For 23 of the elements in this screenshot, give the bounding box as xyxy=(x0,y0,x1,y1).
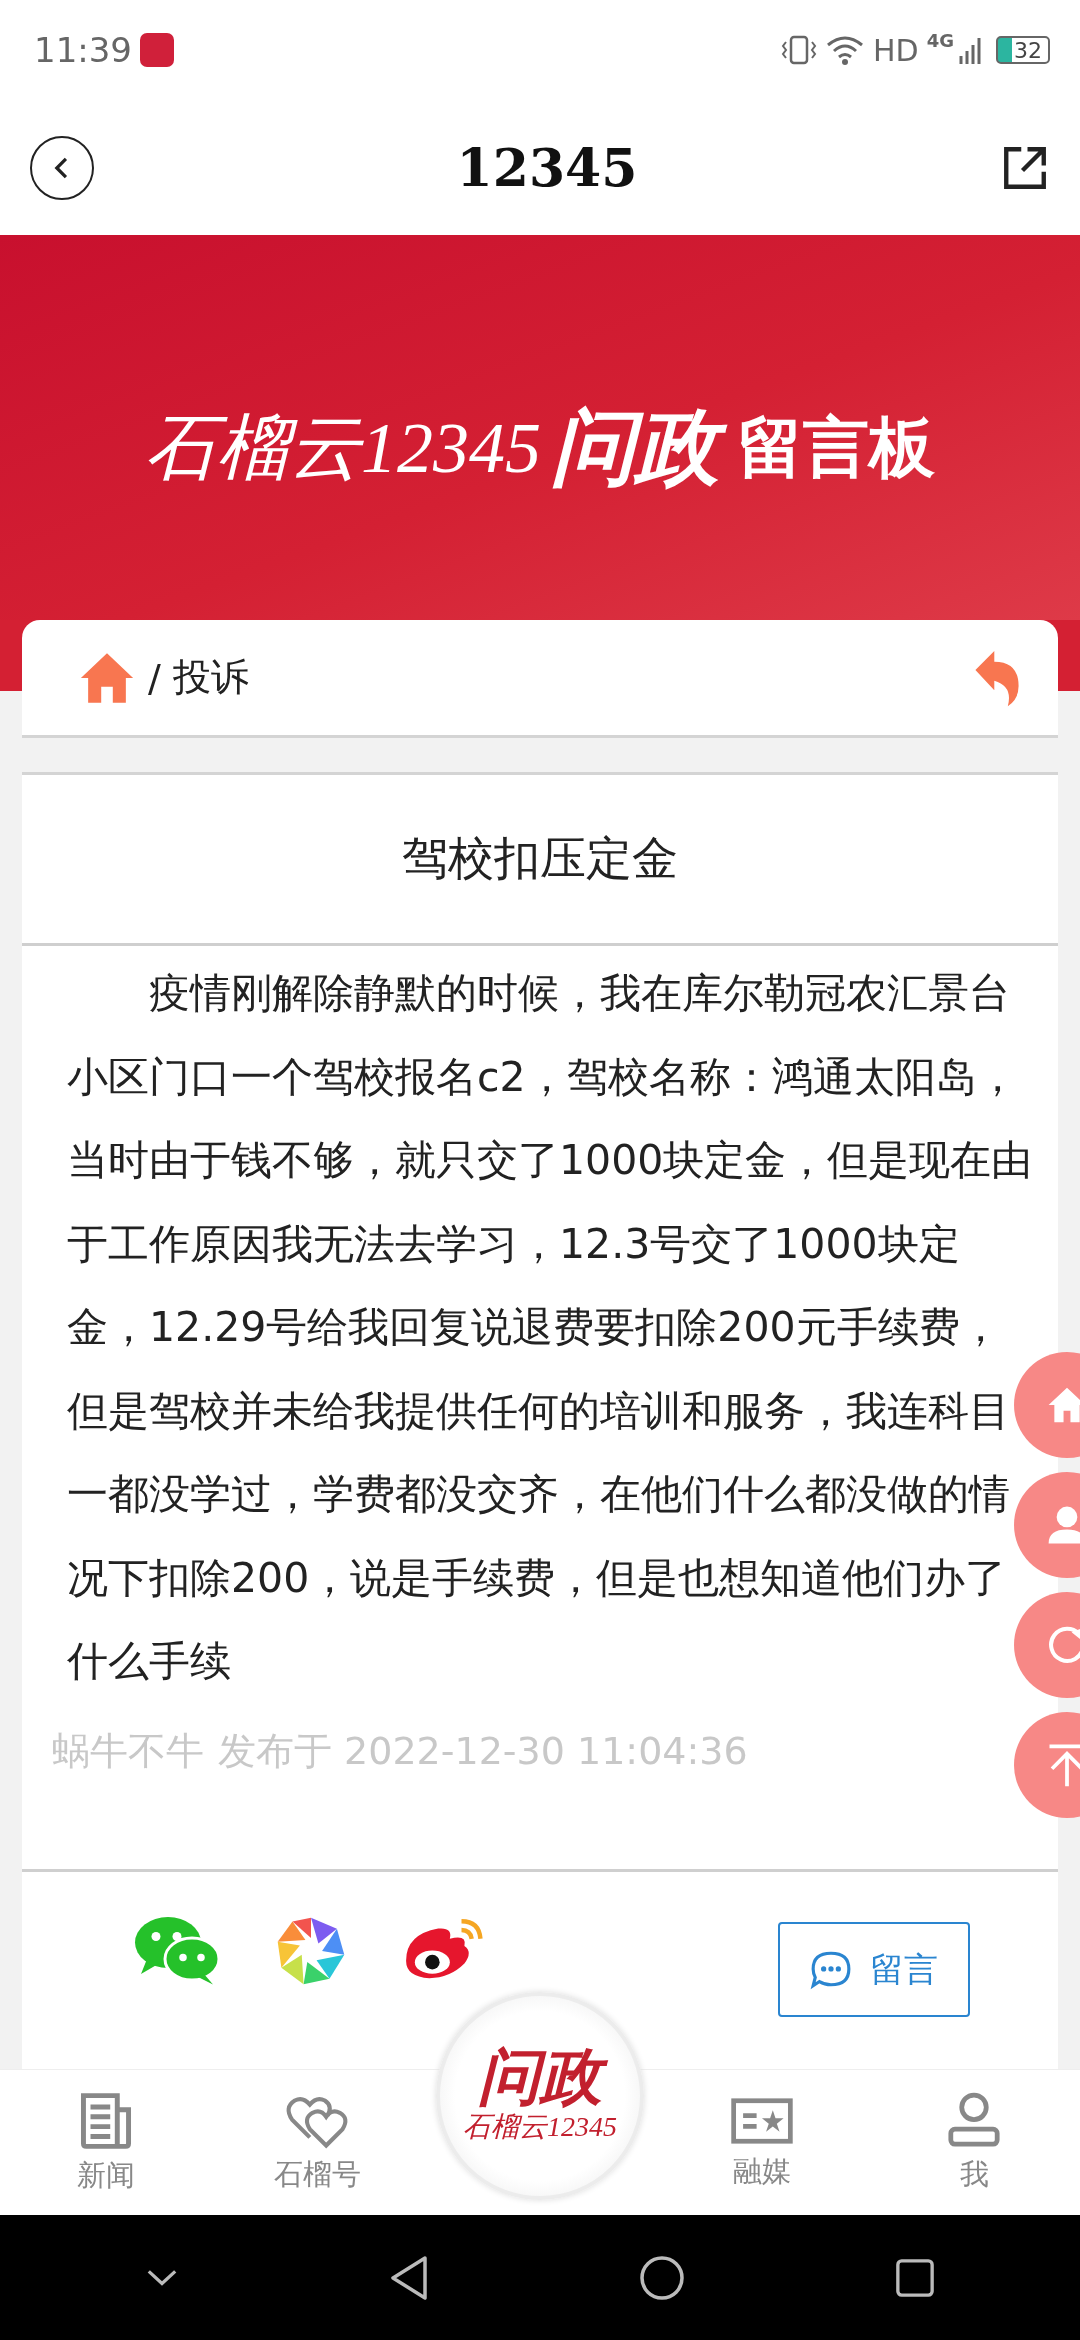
article-body: 疫情刚解除静默的时候，我在库尔勒冠农汇景台小区门口一个驾校报名c2，驾校名称：鸿通太阳岛，当时由于钱不够，就只交了1000块定金，但是现在由于工作原因我无法去学习，12.3号交了1000块定金，12.29号给我回复说退费要扣除200元手续费，但是驾校并未给我提供任何的培训和服务，我连科目一都没学过，学费都没交齐，在他们什么都没做的情况下扣除200，说是手续费，但是也想知道他们办了什么手续 xyxy=(67,968,1034,1687)
article-title: 驾校扣压定金 xyxy=(22,775,1058,946)
battery-indicator: 32 xyxy=(996,36,1050,64)
network-type-label: 4G xyxy=(926,30,954,51)
comment-button[interactable]: 留言 xyxy=(778,1922,970,2017)
banner-title: 留言板 xyxy=(737,407,935,488)
tab-item[interactable]: 融媒 xyxy=(656,2070,869,2215)
home-circle-icon[interactable] xyxy=(639,2254,685,2301)
banner-brand: 石榴云12345 xyxy=(145,406,541,490)
page-title: 12345 xyxy=(455,137,639,198)
tab-item[interactable]: 新闻 xyxy=(0,2070,212,2215)
vibrate-icon xyxy=(781,34,817,66)
network-label: HD xyxy=(873,32,919,68)
app-notification-icon xyxy=(140,33,174,67)
breadcrumb-current: 投诉 xyxy=(172,654,249,701)
tab-item[interactable]: 我 xyxy=(868,2070,1080,2215)
breadcrumb-separator: / xyxy=(148,655,161,700)
status-time: 11:39 xyxy=(34,30,132,70)
back-triangle-icon[interactable] xyxy=(389,2254,429,2301)
banner-title-main: 问政 xyxy=(545,392,733,503)
tab-item[interactable]: 石榴号 xyxy=(211,2070,424,2215)
wifi-icon xyxy=(825,34,865,66)
recents-square-icon[interactable] xyxy=(895,2257,935,2298)
